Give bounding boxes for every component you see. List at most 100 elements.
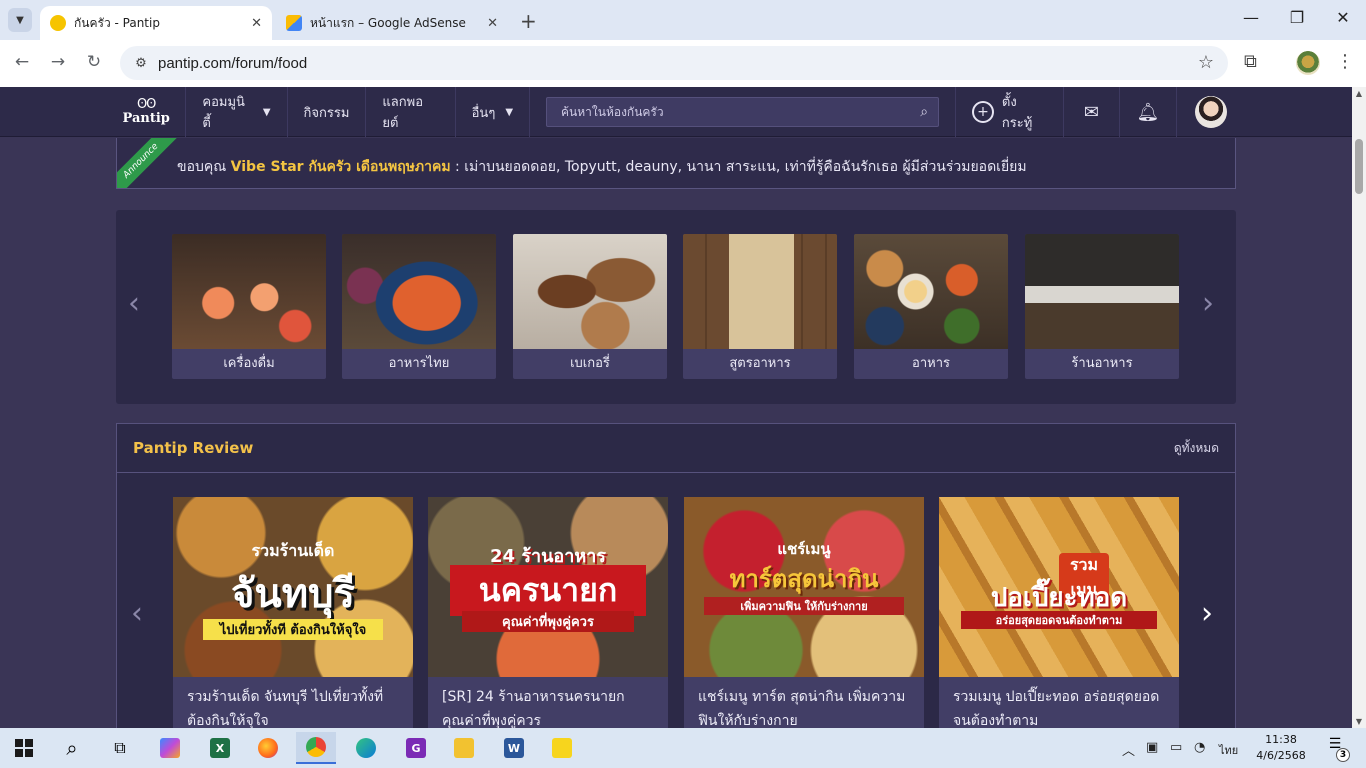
nav-more[interactable]: อื่นๆ ▼ (456, 87, 531, 137)
network-icon[interactable]: ▣ (1146, 740, 1158, 755)
scrollbar-thumb[interactable] (1355, 139, 1363, 194)
language-indicator[interactable]: ไทย (1219, 741, 1238, 759)
bell-icon[interactable]: 🔔︎ (1120, 87, 1177, 137)
tab-adsense[interactable]: หน้าแรก – Google AdSense ✕ (276, 6, 508, 40)
pantip-favicon-icon (50, 15, 66, 31)
tray-chevron-up-icon[interactable]: ︿ (1122, 740, 1135, 759)
notification-count: 3 (1336, 748, 1350, 762)
plus-circle-icon: + (972, 101, 994, 123)
bookmark-star-icon[interactable]: ☆ (1198, 52, 1214, 73)
see-all-link[interactable]: ดูทั้งหมด (1174, 439, 1219, 458)
category-card-bakery[interactable]: เบเกอรี่ (513, 234, 667, 379)
tab-pantip[interactable]: กันครัว - Pantip ✕ (40, 6, 272, 40)
forward-button[interactable]: → (46, 52, 70, 72)
image-caption: คุณค่าที่พุงคู่ควร (462, 611, 634, 632)
review-image: 24 ร้านอาหาร นครนายก คุณค่าที่พุงคู่ควร (428, 497, 668, 677)
create-topic-button[interactable]: + ตั้งกระทู้ (956, 87, 1064, 137)
site-header: ʘʘ Pantip คอมมูนิตี้ ▼ กิจกรรม แลกพอยต์ … (0, 87, 1352, 137)
file-explorer-icon[interactable] (444, 732, 484, 764)
review-card[interactable]: 24 ร้านอาหาร นครนายก คุณค่าที่พุงคู่ควร … (428, 497, 668, 737)
pantip-logo[interactable]: ʘʘ Pantip (107, 87, 187, 137)
restore-button[interactable]: ❐ (1282, 8, 1312, 27)
menu-icon[interactable]: ⋮ (1336, 51, 1354, 72)
review-card[interactable]: แชร์เมนู ทาร์ตสุดน่ากิน เพิ่มความฟิน ให้… (684, 497, 924, 737)
close-icon[interactable]: ✕ (487, 16, 498, 31)
wifi-icon[interactable]: ◔ (1194, 740, 1205, 755)
notification-center-icon[interactable]: ☰ 3 (1322, 736, 1350, 762)
review-title[interactable]: รวมร้านเด็ด จันทบุรี ไปเที่ยวทั้งที่ต้อง… (173, 677, 413, 733)
firefox-icon[interactable] (248, 732, 288, 764)
announce-badge: Announce (117, 138, 183, 188)
category-label: อาหาร (912, 356, 950, 371)
image-caption: อร่อยสุดยอดจนต้องทำตาม (961, 611, 1157, 629)
scroll-down-arrow-icon[interactable]: ▼ (1352, 717, 1366, 726)
restaurants-image (1025, 234, 1179, 349)
chrome-icon[interactable] (296, 732, 336, 764)
task-view-icon[interactable]: ⧉ (100, 732, 140, 764)
reload-button[interactable]: ↻ (82, 52, 106, 72)
tab-search-button[interactable]: ▼ (8, 8, 32, 32)
windows-taskbar: ⌕ ⧉ X G W ︿ ▣ ▭ ◔ ไทย 11:38 4/6/2568 ☰ 3 (0, 728, 1366, 768)
announcement-text: ขอบคุณ Vibe Star กันครัว เดือนพฤษภาคม : … (177, 156, 1027, 178)
nav-activities[interactable]: กิจกรรม (288, 87, 367, 137)
address-bar[interactable]: ⚙ pantip.com/forum/food ☆ (120, 46, 1228, 80)
sticky-notes-icon[interactable] (542, 732, 582, 764)
category-label: เครื่องดื่ม (223, 356, 275, 371)
review-title[interactable]: รวมเมนู ปอเปี๊ยะทอด อร่อยสุดยอดจนต้องทำต… (939, 677, 1179, 733)
search-icon[interactable]: ⌕ (52, 732, 92, 764)
review-prev-icon[interactable]: ‹ (131, 596, 143, 631)
word-icon[interactable]: W (494, 732, 534, 764)
category-card-restaurants[interactable]: ร้านอาหาร (1025, 234, 1179, 379)
category-label: ร้านอาหาร (1071, 356, 1133, 371)
battery-icon[interactable]: ▭ (1170, 740, 1182, 755)
close-icon[interactable]: ✕ (251, 16, 262, 31)
close-window-button[interactable]: ✕ (1328, 8, 1358, 27)
start-button[interactable] (4, 732, 44, 764)
tab-title: กันครัว - Pantip (74, 15, 160, 30)
nav-label: อื่นๆ (471, 105, 496, 121)
review-next-icon[interactable]: › (1201, 596, 1213, 631)
review-title[interactable]: แชร์เมนู ทาร์ต สุดน่ากิน เพิ่มความฟินให้… (684, 677, 924, 733)
carousel-prev-icon[interactable]: ‹ (128, 286, 140, 321)
clock[interactable]: 11:38 4/6/2568 (1250, 732, 1312, 764)
category-carousel: ‹ เครื่องดื่ม อาหารไทย เบเกอรี่ สูตรอาหา… (116, 210, 1236, 404)
category-label: อาหารไทย (388, 356, 450, 371)
category-card-thai-food[interactable]: อาหารไทย (342, 234, 496, 379)
mail-icon[interactable]: ✉ (1064, 87, 1121, 137)
scroll-up-arrow-icon[interactable]: ▲ (1352, 89, 1366, 98)
nav-community[interactable]: คอมมูนิตี้ ▼ (186, 87, 288, 137)
edge-icon[interactable] (346, 732, 386, 764)
copilot-icon[interactable] (150, 732, 190, 764)
recipes-image (683, 234, 837, 349)
back-button[interactable]: ← (10, 52, 34, 72)
pdf-app-icon[interactable]: G (396, 732, 436, 764)
search-icon[interactable]: ⌕ (920, 104, 928, 120)
page-scrollbar[interactable]: ▲ ▼ (1352, 87, 1366, 728)
carousel-next-icon[interactable]: › (1202, 286, 1214, 321)
browser-profile-avatar[interactable] (1296, 51, 1320, 75)
forum-search-input[interactable]: ค้นหาในห้องกันครัว ⌕ (546, 97, 940, 127)
browser-toolbar: ← → ↻ ⚙ pantip.com/forum/food ☆ ⧉ ⋮ (0, 40, 1366, 87)
review-title[interactable]: [SR] 24 ร้านอาหารนครนายก คุณค่าที่พุงคู่… (428, 677, 668, 733)
extensions-icon[interactable]: ⧉ (1244, 51, 1257, 72)
category-card-drinks[interactable]: เครื่องดื่ม (172, 234, 326, 379)
image-caption: จันทบุรี (230, 571, 356, 617)
browser-tabstrip: ▼ กันครัว - Pantip ✕ หน้าแรก – Google Ad… (0, 0, 1366, 40)
site-info-icon[interactable]: ⚙ (126, 56, 156, 71)
announce-highlight[interactable]: Vibe Star กันครัว เดือนพฤษภาคม (231, 159, 451, 175)
new-tab-button[interactable]: + (520, 9, 537, 33)
user-avatar[interactable] (1177, 87, 1246, 137)
excel-icon[interactable]: X (200, 732, 240, 764)
minimize-button[interactable]: — (1236, 8, 1266, 27)
drinks-image (172, 234, 326, 349)
section-title: Pantip Review (133, 439, 254, 457)
review-card[interactable]: รวมเมนู ปอเปี๊ยะทอด อร่อยสุดยอดจนต้องทำต… (939, 497, 1179, 737)
category-card-food[interactable]: อาหาร (854, 234, 1008, 379)
search-placeholder: ค้นหาในห้องกันครัว (561, 104, 664, 119)
tab-title: หน้าแรก – Google AdSense (310, 15, 466, 30)
category-card-recipes[interactable]: สูตรอาหาร (683, 234, 837, 379)
nav-redeem-points[interactable]: แลกพอยต์ (366, 87, 456, 137)
review-card[interactable]: รวมร้านเด็ด จันทบุรี ไปเที่ยวทั้งที ต้อง… (173, 497, 413, 737)
review-image: แชร์เมนู ทาร์ตสุดน่ากิน เพิ่มความฟิน ให้… (684, 497, 924, 677)
food-image (854, 234, 1008, 349)
